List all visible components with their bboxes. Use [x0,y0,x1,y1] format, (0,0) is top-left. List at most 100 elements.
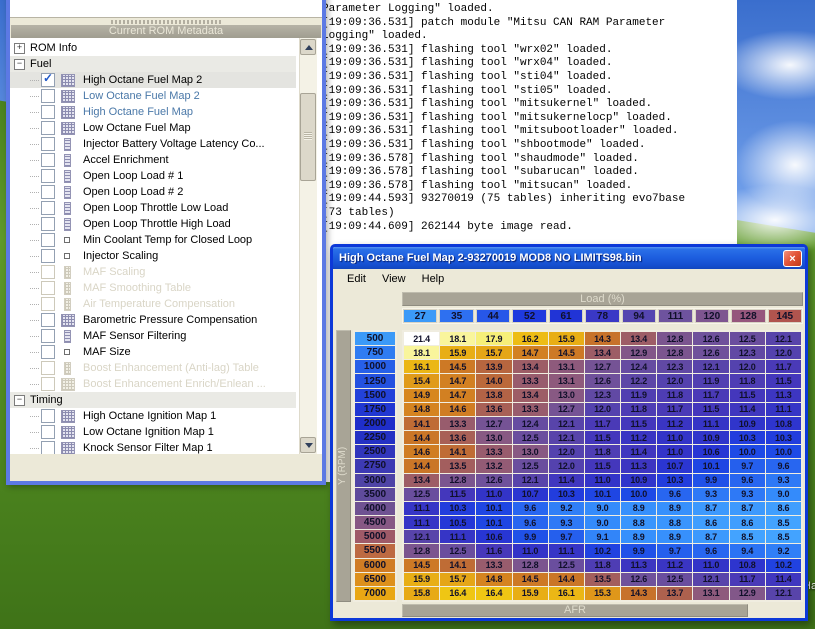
tree-item[interactable]: Low Octane Ignition Map 1 [10,424,296,440]
rpm-row-header[interactable]: 2750 [355,459,395,472]
map-cell[interactable]: 14.5 [513,573,548,586]
map-cell[interactable]: 12.3 [657,360,692,373]
map-cell[interactable]: 12.3 [730,346,765,359]
map-cell[interactable]: 10.5 [440,516,475,529]
collapse-icon[interactable]: − [14,59,25,70]
rpm-row-header[interactable]: 750 [355,346,395,359]
map-cell[interactable]: 12.0 [730,360,765,373]
map-cell[interactable]: 15.9 [404,573,439,586]
rpm-row-header[interactable]: 2000 [355,417,395,430]
map-cell[interactable]: 18.1 [440,332,475,345]
checkbox[interactable] [41,201,55,215]
rpm-row-header[interactable]: 4000 [355,502,395,515]
map-cell[interactable]: 9.3 [766,474,801,487]
map-cell[interactable]: 11.8 [657,389,692,402]
map-cell[interactable]: 16.4 [476,587,511,600]
tree-item[interactable]: High Octane Ignition Map 1 [10,408,296,424]
map-cell[interactable]: 12.8 [440,474,475,487]
map-cell[interactable]: 9.6 [730,474,765,487]
map-cell[interactable]: 13.4 [621,332,656,345]
tree-item[interactable]: Injector Scaling [10,248,296,264]
map-cell[interactable]: 10.1 [476,516,511,529]
map-cell[interactable]: 11.0 [476,488,511,501]
map-cell[interactable]: 11.2 [657,417,692,430]
map-cell[interactable]: 12.7 [476,417,511,430]
map-cell[interactable]: 10.6 [476,530,511,543]
checkbox[interactable] [41,121,55,135]
menu-view[interactable]: View [374,271,414,287]
load-col-header[interactable]: 120 [695,309,729,323]
rpm-row-header[interactable]: 4500 [355,516,395,529]
map-cell[interactable]: 15.3 [585,587,620,600]
map-cell[interactable]: 14.3 [621,587,656,600]
log-output[interactable]: Parameter Logging" loaded.[19:09:36.531]… [318,0,737,234]
map-cell[interactable]: 11.3 [766,389,801,402]
rpm-row-header[interactable]: 1500 [355,389,395,402]
map-cell[interactable]: 14.7 [513,346,548,359]
map-cell[interactable]: 14.9 [404,389,439,402]
map-cell[interactable]: 12.1 [693,573,728,586]
map-cell[interactable]: 10.3 [730,431,765,444]
map-cell[interactable]: 13.8 [476,389,511,402]
map-cell[interactable]: 11.4 [621,445,656,458]
map-cell[interactable]: 13.6 [440,431,475,444]
load-col-header[interactable]: 145 [768,309,802,323]
load-col-header[interactable]: 35 [439,309,473,323]
tree-item[interactable]: Min Coolant Temp for Closed Loop [10,232,296,248]
map-cell[interactable]: 9.6 [513,516,548,529]
map-cell[interactable]: 12.1 [513,474,548,487]
checkbox[interactable] [41,169,55,183]
map-cell[interactable]: 12.1 [766,332,801,345]
map-cell[interactable]: 9.0 [585,516,620,529]
map-cell[interactable]: 12.8 [657,346,692,359]
map-cell[interactable]: 15.9 [513,587,548,600]
map-cell[interactable]: 9.6 [766,459,801,472]
map-cell[interactable]: 13.6 [476,403,511,416]
map-cell[interactable]: 12.6 [693,346,728,359]
checkbox[interactable] [41,185,55,199]
map-cell[interactable]: 11.5 [440,488,475,501]
map-cell[interactable]: 14.4 [404,459,439,472]
map-cell[interactable]: 11.0 [513,544,548,557]
map-cell[interactable]: 8.7 [693,530,728,543]
checkbox[interactable] [41,329,55,343]
tree-item[interactable]: Accel Enrichment [10,152,296,168]
map-cell[interactable]: 10.0 [730,445,765,458]
map-cell[interactable]: 12.7 [549,403,584,416]
map-cell[interactable]: 11.9 [621,389,656,402]
map-cell[interactable]: 13.0 [476,431,511,444]
map-cell[interactable]: 12.5 [730,332,765,345]
map-cell[interactable]: 13.5 [585,573,620,586]
map-cell[interactable]: 14.0 [476,374,511,387]
map-cell[interactable]: 13.3 [476,559,511,572]
map-cell[interactable]: 8.9 [657,502,692,515]
map-cell[interactable]: 8.8 [657,516,692,529]
map-cell[interactable]: 12.0 [585,403,620,416]
map-cell[interactable]: 12.4 [513,417,548,430]
map-cell[interactable]: 11.1 [440,530,475,543]
map-cell[interactable]: 12.5 [513,459,548,472]
map-cell[interactable]: 13.0 [549,389,584,402]
map-cell[interactable]: 13.1 [693,587,728,600]
fuel-map-titlebar[interactable]: High Octane Fuel Map 2-93270019 MOD8 NO … [333,247,805,269]
rpm-row-header[interactable]: 2250 [355,431,395,444]
map-cell[interactable]: 11.0 [657,445,692,458]
map-cell[interactable]: 11.8 [730,374,765,387]
checkbox[interactable] [41,73,55,87]
rpm-row-header[interactable]: 5500 [355,544,395,557]
map-cell[interactable]: 10.0 [621,488,656,501]
tree-group[interactable]: +ROM Info [10,40,296,56]
rpm-row-header[interactable]: 1750 [355,403,395,416]
checkbox[interactable] [41,105,55,119]
rpm-row-header[interactable]: 7000 [355,587,395,600]
menu-edit[interactable]: Edit [339,271,374,287]
map-cell[interactable]: 9.7 [730,459,765,472]
map-cell[interactable]: 12.0 [549,459,584,472]
map-cell[interactable]: 12.8 [404,544,439,557]
map-cell[interactable]: 11.5 [621,417,656,430]
map-cell[interactable]: 11.7 [585,417,620,430]
map-cell[interactable]: 12.4 [621,360,656,373]
map-cell[interactable]: 13.3 [476,445,511,458]
checkbox[interactable] [41,297,55,311]
map-cell[interactable]: 10.7 [657,459,692,472]
